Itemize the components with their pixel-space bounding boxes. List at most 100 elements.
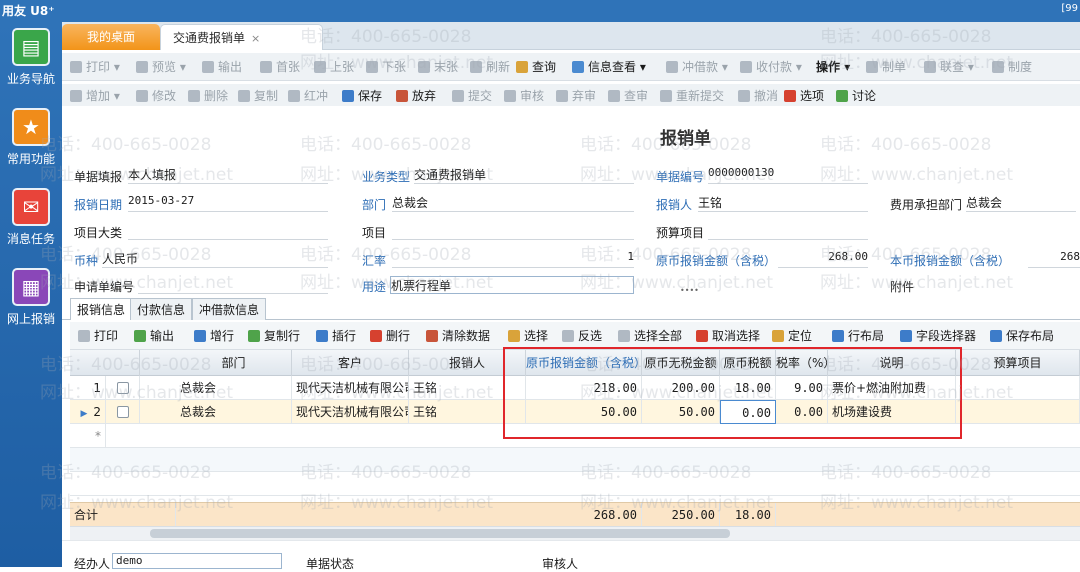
cell-customer[interactable]: 现代天洁机械有限公司 <box>292 400 409 424</box>
revoke-button[interactable]: 撤消 <box>738 84 778 108</box>
voucher-header: 报销单 单据填报 本人填报 业务类型 交通费报销单 单据编号 000000013… <box>62 106 1080 296</box>
copy-button[interactable]: 复制 <box>238 84 278 108</box>
project-field[interactable] <box>392 222 634 240</box>
red-offset-button[interactable]: 红冲 <box>288 84 328 108</box>
add-button[interactable]: 增加 ▾ <box>70 84 120 108</box>
submit-button[interactable]: 提交 <box>452 84 492 108</box>
table-row-empty <box>70 448 1080 472</box>
sidebar-item-messages[interactable]: ✉ 消息任务 <box>0 188 62 247</box>
dept-field[interactable]: 总裁会 <box>392 194 634 212</box>
make-voucher-button[interactable]: 制单 <box>866 53 906 81</box>
grid-scrollbar[interactable] <box>70 526 1080 540</box>
approve-button[interactable]: 审核 <box>504 84 544 108</box>
next-button[interactable]: 下张 <box>366 53 406 81</box>
refresh-button[interactable]: 刷新 <box>470 53 510 81</box>
local-amount-field[interactable]: 268 <box>1028 250 1080 268</box>
export-button[interactable]: 输出 <box>202 53 242 81</box>
tab-traffic-reimburse[interactable]: 交通费报销单 × <box>160 24 323 50</box>
grid-export-button[interactable]: 输出 <box>134 322 174 350</box>
offset-loan-button[interactable]: 冲借款 ▾ <box>666 53 728 81</box>
linked-query-button[interactable]: 联查 ▾ <box>924 53 974 81</box>
cell-budget[interactable] <box>956 400 1080 424</box>
clear-data-button[interactable]: 清除数据 <box>426 322 490 350</box>
orig-amount-field[interactable]: 268.00 <box>778 250 868 268</box>
col-dept[interactable]: 部门 <box>176 350 292 376</box>
row-checkbox[interactable] <box>106 376 140 400</box>
biz-type-field[interactable]: 交通费报销单 <box>414 166 634 184</box>
locate-button[interactable]: 定位 <box>772 322 812 350</box>
print-button[interactable]: 打印 ▾ <box>70 53 120 81</box>
cell-dept[interactable]: 总裁会 <box>176 400 292 424</box>
last-button[interactable]: 末张 <box>418 53 458 81</box>
prev-button[interactable]: 上张 <box>314 53 354 81</box>
sidebar-item-common[interactable]: ★ 常用功能 <box>0 108 62 167</box>
currency-field[interactable]: 人民币 <box>102 250 328 268</box>
edit-button[interactable]: 修改 <box>136 84 176 108</box>
cancel-select-button[interactable]: 取消选择 <box>696 322 760 350</box>
operation-menu[interactable]: 操作 ▾ <box>816 53 850 81</box>
delete-button[interactable]: 删除 <box>188 84 228 108</box>
checkbox-icon[interactable] <box>116 406 129 418</box>
sidebar-item-nav[interactable]: ▤ 业务导航 <box>0 28 62 87</box>
resubmit-button[interactable]: 重新提交 <box>660 84 724 108</box>
close-icon[interactable]: × <box>251 32 260 45</box>
tab-offset-info[interactable]: 冲借款信息 <box>192 298 267 320</box>
save-button[interactable]: 保存 <box>342 84 382 108</box>
date-field[interactable]: 2015-03-27 <box>128 194 328 212</box>
discuss-button[interactable]: 讨论 <box>836 84 876 108</box>
col-budget[interactable]: 预算项目 <box>956 350 1080 376</box>
cell-customer[interactable]: 现代天洁机械有限公司 <box>292 376 409 400</box>
sidebar-item-reimburse[interactable]: ▦ 网上报销 <box>0 268 62 327</box>
review-button[interactable]: 查审 <box>608 84 648 108</box>
delete-row-button[interactable]: 删行 <box>370 322 410 350</box>
project-class-label: 项目大类 <box>74 226 123 240</box>
fill-type-field[interactable]: 本人填报 <box>128 166 328 184</box>
checkbox-icon[interactable] <box>116 382 129 394</box>
options-button[interactable]: 选项 <box>784 84 824 108</box>
tab-desktop[interactable]: 我的桌面 <box>62 24 160 50</box>
insert-row-icon <box>316 330 328 342</box>
payment-icon <box>740 61 752 73</box>
first-button[interactable]: 首张 <box>260 53 300 81</box>
payment-button[interactable]: 收付款 ▾ <box>740 53 802 81</box>
cost-dept-field[interactable]: 总裁会 <box>966 194 1076 212</box>
tab-payment-info[interactable]: 付款信息 <box>130 298 193 320</box>
add-row-button[interactable]: 增行 <box>194 322 234 350</box>
page-title: 报销单 <box>660 129 711 149</box>
project-class-field[interactable] <box>128 222 328 240</box>
invert-select-button[interactable]: 反选 <box>562 322 602 350</box>
doc-no-field[interactable]: 0000000130 <box>708 166 868 184</box>
field-selector-button[interactable]: 字段选择器 <box>900 322 976 350</box>
row-layout-button[interactable]: 行布局 <box>832 322 884 350</box>
tab-reimburse-info[interactable]: 报销信息 <box>70 298 133 320</box>
discard-button[interactable]: 放弃 <box>396 84 436 108</box>
query-button[interactable]: 查询 <box>516 53 556 81</box>
clear-icon <box>426 330 438 342</box>
reviewer-label: 审核人 <box>542 557 579 571</box>
cell-budget[interactable] <box>956 376 1080 400</box>
cost-dept-label: 费用承担部门 <box>890 198 963 212</box>
handler-label: 经办人 <box>74 557 111 571</box>
copy-row-button[interactable]: 复制行 <box>248 322 300 350</box>
info-view-button[interactable]: 信息查看 ▾ <box>572 53 646 81</box>
scrollbar-thumb[interactable] <box>150 529 730 538</box>
select-button[interactable]: 选择 <box>508 322 548 350</box>
purpose-field[interactable]: 机票行程单 <box>390 276 634 294</box>
request-no-field[interactable] <box>138 276 328 294</box>
row-checkbox[interactable] <box>106 400 140 424</box>
save-layout-button[interactable]: 保存布局 <box>990 322 1054 350</box>
biz-type-label: 业务类型 <box>362 170 411 184</box>
col-customer[interactable]: 客户 <box>292 350 409 376</box>
rate-field[interactable]: 1 <box>392 250 634 268</box>
preview-button[interactable]: 预览 ▾ <box>136 53 186 81</box>
save-layout-icon <box>990 330 1002 342</box>
cell-dept[interactable]: 总裁会 <box>176 376 292 400</box>
policy-button[interactable]: 制度 <box>992 53 1032 81</box>
person-field[interactable]: 王铭 <box>698 194 868 212</box>
select-all-button[interactable]: 选择全部 <box>618 322 682 350</box>
insert-row-button[interactable]: 插行 <box>316 322 356 350</box>
unapprove-button[interactable]: 弃审 <box>556 84 596 108</box>
expand-dots[interactable]: •••• <box>680 286 699 295</box>
grid-print-button[interactable]: 打印 <box>78 322 118 350</box>
budget-item-field[interactable] <box>708 222 868 240</box>
